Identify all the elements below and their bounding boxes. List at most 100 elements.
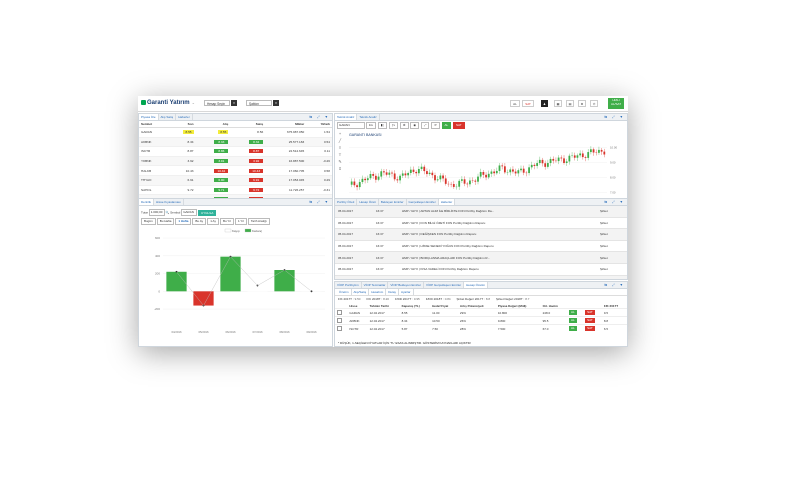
print-icon[interactable]: ▤ <box>566 100 574 107</box>
tab-technical-1[interactable]: Teknik Analiz <box>335 114 358 120</box>
period-tab[interactable]: 1 Ay <box>207 218 219 225</box>
tab-news[interactable]: Haberler <box>176 114 193 120</box>
subtab-summary[interactable]: Özetim <box>337 289 352 295</box>
panel-controls[interactable]: ⇆ ⤢ ▼ <box>309 199 330 205</box>
tab-pending-orders[interactable]: Bekleyen Emirler <box>379 199 407 205</box>
news-row[interactable]: 05.04.2017 16:37 HMP / GFYI | HİSSE SENEDİ… <box>335 240 627 253</box>
panel-controls[interactable]: ⇆ ⤢ ▼ <box>309 114 330 120</box>
row-buy-button[interactable]: AL <box>569 318 577 323</box>
tab-viop-collateral[interactable]: VİOP Teminatlar <box>362 282 389 288</box>
candle <box>469 180 471 185</box>
row-sell-button[interactable]: SAT <box>585 318 595 323</box>
news-row[interactable]: 05.04.2017 16:37 HMP / GFYI | DEĞİŞKEN FON… <box>335 228 627 241</box>
candle <box>366 178 369 181</box>
fib-icon[interactable]: ≡ <box>337 144 343 151</box>
period-tab[interactable]: 1 Hafta <box>175 218 192 225</box>
panel-controls[interactable]: ⇆ ⤢ ▼ <box>604 199 625 205</box>
table-row[interactable]: AKBNK 8.34 8.33 8.34 25.577.183 0.54 <box>139 137 332 148</box>
chart-sell-button[interactable]: SAT <box>453 122 465 129</box>
tab-compare[interactable]: Hisse Kıyaslaması <box>154 199 184 205</box>
table-row[interactable]: ISCTR 8.87 8.86 8.87 22.512.645 0.11 <box>139 146 332 157</box>
template-select-button[interactable]: ▾ <box>273 100 279 106</box>
row-buy-button[interactable]: AL <box>569 326 577 331</box>
tab-viop-filled[interactable]: VİOP Gerçekleşen Emirler <box>424 282 465 288</box>
panel-controls[interactable]: ⇆ ⤢ ▼ <box>604 282 625 288</box>
chart-type-icon[interactable]: ▮▯ <box>377 122 388 129</box>
chart-buy-button[interactable]: AL <box>441 122 452 129</box>
tab-viop-portfolio[interactable]: VİOP Portföyüm <box>335 282 362 288</box>
exit-icon[interactable]: ⏻ <box>590 100 598 107</box>
buy-top-button[interactable]: AL <box>510 100 520 107</box>
tab-news[interactable]: Haberler <box>438 199 456 205</box>
grid-icon[interactable]: ▦ <box>554 100 562 107</box>
user-icon[interactable]: ♟ <box>541 100 548 107</box>
tab-market-watch[interactable]: Piyasa İzle <box>139 114 159 120</box>
settings-icon[interactable]: ⚙ <box>578 100 586 107</box>
chart-interval[interactable]: 1G <box>365 122 376 129</box>
subtab-settings[interactable]: Ayarlar <box>399 289 414 295</box>
tab-filled-orders[interactable]: Gerçekleşen Emirler <box>407 199 439 205</box>
row-checkbox[interactable] <box>337 318 342 323</box>
app-logo[interactable]: Garanti Yatırım ⌄ <box>141 100 195 106</box>
news-row[interactable]: 05.04.201716:37HMP / GFYI | ALTIN FON Po… <box>335 275 627 279</box>
analysis-row[interactable]: ISCTR 12.04.2017 5.87 7.50 28% 7.500 67.0 AL SAT… <box>335 324 627 332</box>
text-tool-icon[interactable]: T <box>337 151 343 158</box>
table-row[interactable]: SAHOL 9.72 9.71 9.72 11.726.257 -0.31 <box>139 185 332 196</box>
crosshair-icon[interactable]: + <box>337 130 343 137</box>
subtab-detail[interactable]: Detay <box>386 289 400 295</box>
settings-icon[interactable]: ⚙ <box>399 122 409 129</box>
sell-top-button[interactable]: SAT <box>522 100 534 107</box>
row-checkbox[interactable] <box>337 310 342 315</box>
trendline-icon[interactable]: ╱ <box>337 137 343 144</box>
analysis-row[interactable]: GARAN 12.04.2017 8.55 11.00 29% 10.800 248.0 AL… <box>335 308 627 317</box>
tab-account-summary[interactable]: Hesap Özeti <box>357 199 379 205</box>
apply-button[interactable]: UYGULA <box>198 209 217 216</box>
market-last: 8.55 <box>183 130 194 135</box>
row-buy-button[interactable]: AL <box>569 310 577 315</box>
amount-input[interactable]: 1.000,00 <box>148 209 165 216</box>
row-checkbox[interactable] <box>337 326 342 331</box>
camera-icon[interactable]: ◉ <box>410 122 420 129</box>
analysis-mcap: 10.800 <box>495 308 541 317</box>
news-row[interactable]: 05.04.2017 16:37 HMP / GFYI | FON BİLGİ ÖZ… <box>335 217 627 230</box>
table-row[interactable]: HALKB 10.43 10.42 10.43 17.060.705 0.58 <box>139 165 332 176</box>
tab-technical-2[interactable]: Teknik Analiz <box>357 114 380 120</box>
news-row[interactable]: 05.04.2017 16:37 HMP / GFYI | BORÇLANMA AR… <box>335 251 627 264</box>
chart-symbol-input[interactable]: GARAN <box>337 122 365 129</box>
tab-portfolio-summary[interactable]: Portföy Özeti <box>335 199 358 205</box>
tab-buy-sell[interactable]: Alış Satış <box>159 114 177 120</box>
news-row[interactable]: 05.04.2017 16:37 HMP / GFYI | KISA VADELİ … <box>335 263 627 276</box>
measure-icon[interactable]: ⇕ <box>337 165 343 172</box>
tab-account-overview[interactable]: Hesap Özetim <box>464 282 489 288</box>
panel-controls[interactable]: ⇆ ⤢ ▼ <box>604 114 625 120</box>
period-tab[interactable]: Tarih Aralığı <box>247 218 270 225</box>
table-row[interactable]: GARAN 8.55 8.55 8.56 675.987.050 1.54 <box>139 127 332 138</box>
period-tab[interactable]: Bu Yıl <box>219 218 234 225</box>
search-icon[interactable]: 🔍 <box>166 210 170 214</box>
row-sell-button[interactable]: SAT <box>585 310 595 315</box>
row-sell-button[interactable]: SAT <box>585 326 595 331</box>
undo-icon[interactable]: ↺ <box>431 122 440 129</box>
subtab-buy-sell[interactable]: Alış/Satış <box>352 289 370 295</box>
period-tab[interactable]: 1 Yıl <box>234 218 247 225</box>
account-select-button[interactable]: ▾ <box>231 100 237 106</box>
tab-viop-pending[interactable]: VİOP Bekleyen Emirler <box>388 282 424 288</box>
indicator-icon[interactable]: ƒx <box>388 122 399 129</box>
news-row[interactable]: 05.04.2017 16:37 HMP / GFYI | ARTAN ALIM İ… <box>335 206 627 218</box>
symbol-select[interactable]: GARAN <box>181 209 198 216</box>
account-select[interactable]: Hesap Seçin <box>204 100 230 106</box>
analysis-row[interactable]: AKBNK 12.04.2017 8.34 10.50 26% 9.800 95.5 AL SA… <box>335 316 627 325</box>
tab-depth[interactable]: Derinlik <box>139 199 155 205</box>
brush-icon[interactable]: ✎ <box>337 158 343 165</box>
table-row[interactable]: THYAO 6.91 6.90 6.91 17.053.045 0.29 <box>139 175 332 186</box>
period-tab[interactable]: Bu Ay <box>192 218 207 225</box>
fullscreen-icon[interactable]: ⤢ <box>420 122 430 129</box>
analysis-symbol: ISCTR <box>347 324 368 332</box>
table-row[interactable]: YKBNK 3.92 3.91 3.92 16.887.500 -0.26 <box>139 156 332 167</box>
market-qty-cell: 22.512.645 <box>265 146 307 157</box>
period-tab[interactable]: Bu Hafta <box>156 218 175 225</box>
template-select[interactable]: Şablon <box>246 100 272 106</box>
subtab-account[interactable]: Hesabım <box>369 289 387 295</box>
quick-trade-button[interactable]: HIZLI AL/SAT <box>608 98 624 109</box>
period-tab[interactable]: Bugün <box>141 218 156 225</box>
